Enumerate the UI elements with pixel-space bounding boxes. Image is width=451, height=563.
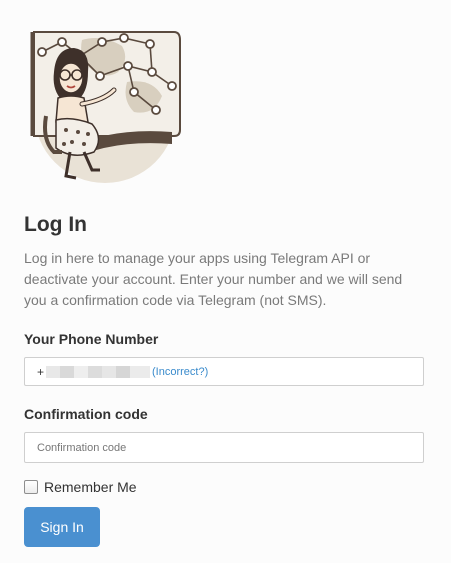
confirmation-code-label: Confirmation code	[24, 406, 148, 422]
incorrect-number-link[interactable]: (Incorrect?)	[152, 366, 208, 378]
sign-in-button[interactable]: Sign In	[24, 507, 100, 547]
remember-me-label[interactable]: Remember Me	[44, 479, 137, 495]
masked-phone-number	[46, 365, 151, 378]
login-description: Log in here to manage your apps using Te…	[24, 250, 403, 308]
phone-prefix: +	[37, 364, 45, 379]
remember-me-checkbox[interactable]	[24, 480, 38, 494]
telegram-developer-illustration	[30, 31, 181, 183]
remember-me-row: Remember Me	[24, 477, 424, 497]
phone-label: Your Phone Number	[24, 331, 159, 347]
phone-number-field: + (Incorrect?)	[24, 357, 424, 386]
page-title: Log In	[24, 213, 87, 236]
confirmation-code-input[interactable]	[24, 432, 424, 463]
login-panel: Log In Log in here to manage your apps u…	[24, 210, 424, 547]
